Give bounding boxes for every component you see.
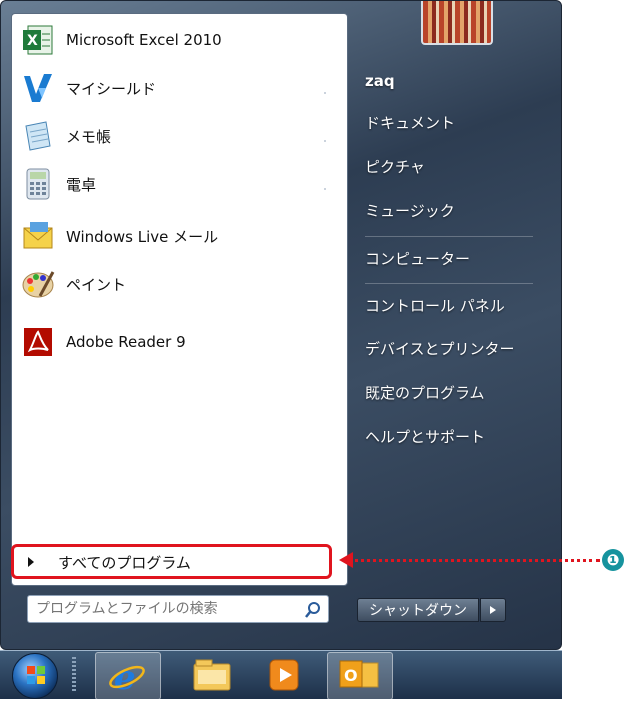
program-label: Adobe Reader 9 xyxy=(66,333,186,351)
svg-text:X: X xyxy=(27,33,38,49)
program-label: メモ帳 xyxy=(66,127,112,146)
taskbar-grip[interactable] xyxy=(72,657,76,693)
annotation-arrow-icon xyxy=(339,552,353,568)
shutdown-button[interactable]: シャットダウン xyxy=(357,598,479,622)
pinned-programs-pane: X Microsoft Excel 2010 マイシールド メモ帳 電卓 Win… xyxy=(11,13,348,586)
mail-icon xyxy=(20,218,56,254)
right-item-label: 既定のプログラム xyxy=(365,383,485,402)
right-item-documents[interactable]: ドキュメント xyxy=(357,108,547,136)
annotation-badge: ❶ xyxy=(602,549,624,571)
taskbar: e O xyxy=(0,650,562,700)
annotation-dotted-line xyxy=(348,559,600,562)
right-item-label: ミュージック xyxy=(365,201,455,220)
search-icon[interactable] xyxy=(304,601,322,619)
myshield-icon xyxy=(20,70,56,106)
right-item-label: ピクチャ xyxy=(365,157,425,176)
paint-icon xyxy=(20,266,56,302)
right-item-pictures[interactable]: ピクチャ xyxy=(357,152,547,180)
right-item-help-support[interactable]: ヘルプとサポート xyxy=(357,422,547,450)
right-item-label: ヘルプとサポート xyxy=(365,427,486,446)
program-paint[interactable]: ペイント xyxy=(20,262,340,306)
right-item-label: ドキュメント xyxy=(365,113,456,132)
divider xyxy=(365,283,533,284)
right-item-label: デバイスとプリンター xyxy=(365,339,515,358)
shutdown-label: シャットダウン xyxy=(369,603,467,619)
annotation-highlight-box xyxy=(11,544,332,579)
right-item-devices-printers[interactable]: デバイスとプリンター xyxy=(357,334,547,362)
windows-explorer-icon[interactable] xyxy=(180,652,244,698)
search-box[interactable] xyxy=(27,595,329,623)
program-excel[interactable]: X Microsoft Excel 2010 xyxy=(20,18,340,62)
calculator-icon xyxy=(20,166,56,202)
program-label: ペイント xyxy=(66,275,127,294)
start-orb-icon[interactable] xyxy=(12,653,58,699)
program-label: Microsoft Excel 2010 xyxy=(66,31,222,49)
program-myshield[interactable]: マイシールド xyxy=(20,66,340,110)
right-item-control-panel[interactable]: コントロール パネル xyxy=(357,291,547,319)
user-avatar-icon[interactable] xyxy=(421,1,493,45)
right-item-label: コントロール パネル xyxy=(365,296,505,315)
search-input[interactable] xyxy=(28,600,288,618)
svg-text:O: O xyxy=(344,666,358,685)
user-name-link[interactable]: zaq xyxy=(357,67,547,95)
right-item-computer[interactable]: コンピューター xyxy=(357,244,547,272)
media-player-icon[interactable] xyxy=(252,652,316,698)
divider xyxy=(365,236,533,237)
program-adobe-reader[interactable]: Adobe Reader 9 xyxy=(20,320,340,364)
user-name: zaq xyxy=(365,72,395,90)
right-item-label: コンピューター xyxy=(365,249,471,268)
program-label: Windows Live メール xyxy=(66,227,219,246)
internet-explorer-icon[interactable]: e xyxy=(95,652,161,700)
outlook-icon[interactable]: O xyxy=(327,652,393,700)
svg-text:e: e xyxy=(114,658,136,698)
excel-icon: X xyxy=(20,22,56,58)
notepad-icon xyxy=(20,118,56,154)
program-label: 電卓 xyxy=(66,175,97,194)
program-notepad[interactable]: メモ帳 xyxy=(20,114,340,158)
program-calculator[interactable]: 電卓 xyxy=(20,162,340,206)
right-item-music[interactable]: ミュージック xyxy=(357,196,547,224)
shutdown-options-arrow-icon[interactable] xyxy=(480,598,506,622)
right-item-default-programs[interactable]: 既定のプログラム xyxy=(357,378,547,406)
adobe-reader-icon xyxy=(20,324,56,360)
program-label: マイシールド xyxy=(66,79,157,98)
program-windows-live-mail[interactable]: Windows Live メール xyxy=(20,214,340,258)
